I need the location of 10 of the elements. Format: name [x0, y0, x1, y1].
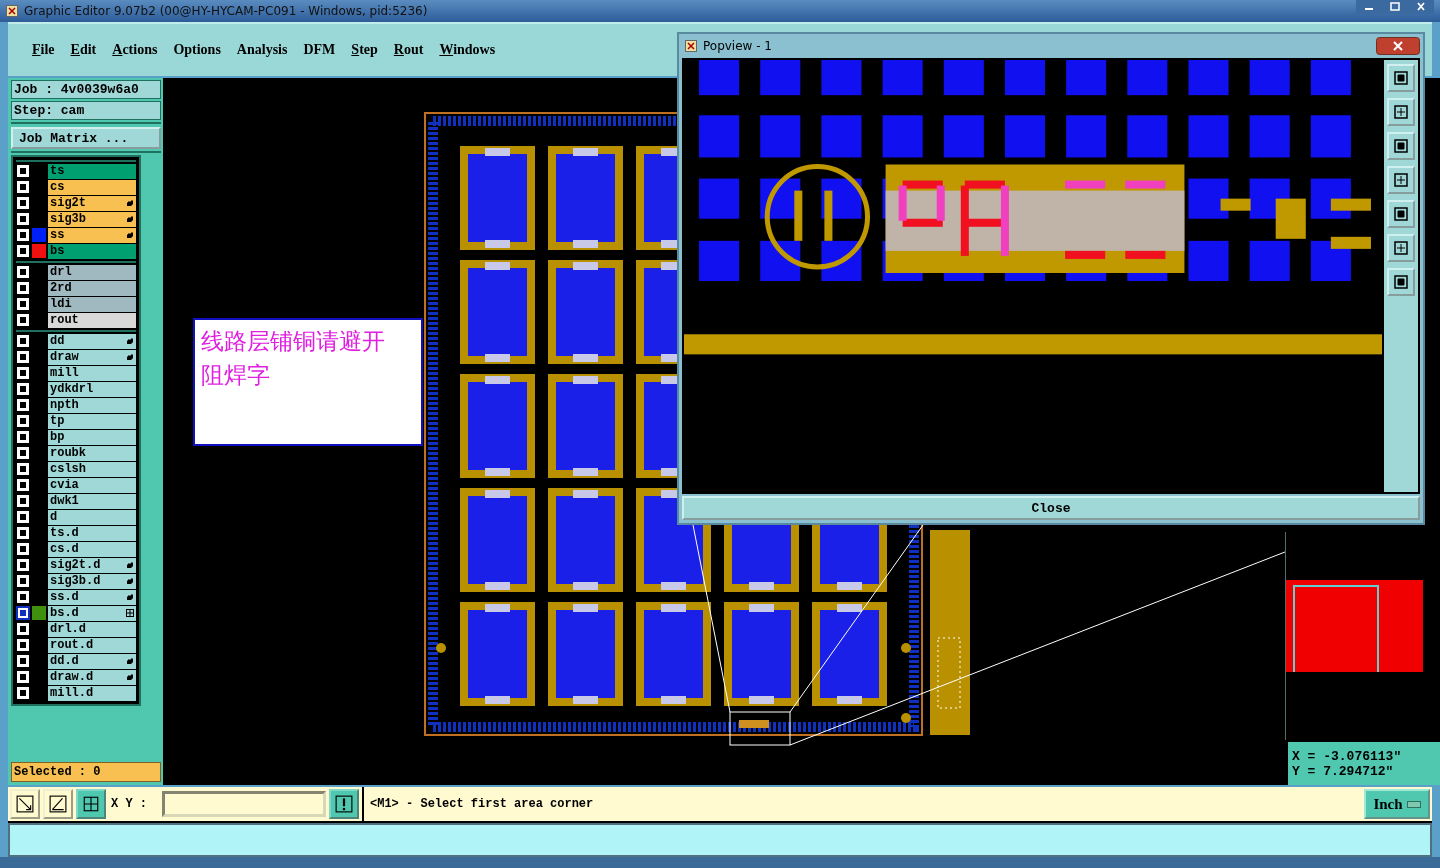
y-coordinate: Y = 7.294712" [1292, 763, 1395, 779]
window-title: Graphic Editor 9.07b2 (00@HY-HYCAM-PC091 - Windows, pid:5236) [24, 4, 428, 18]
xy-label: X Y : [110, 797, 148, 811]
annotation-text: 线路层铺铜请避开阻焊字 [201, 327, 386, 390]
window-title: Popview - 1 [703, 39, 772, 53]
status-message: <M1> - Select first area corner [362, 787, 1361, 821]
x-coordinate: X = -3.076113" [1292, 748, 1403, 764]
job-label: Job : 4v0039w6a0 [11, 80, 161, 99]
step-label: Step: cam [11, 101, 161, 120]
selected-count: Selected : 0 [11, 762, 161, 782]
